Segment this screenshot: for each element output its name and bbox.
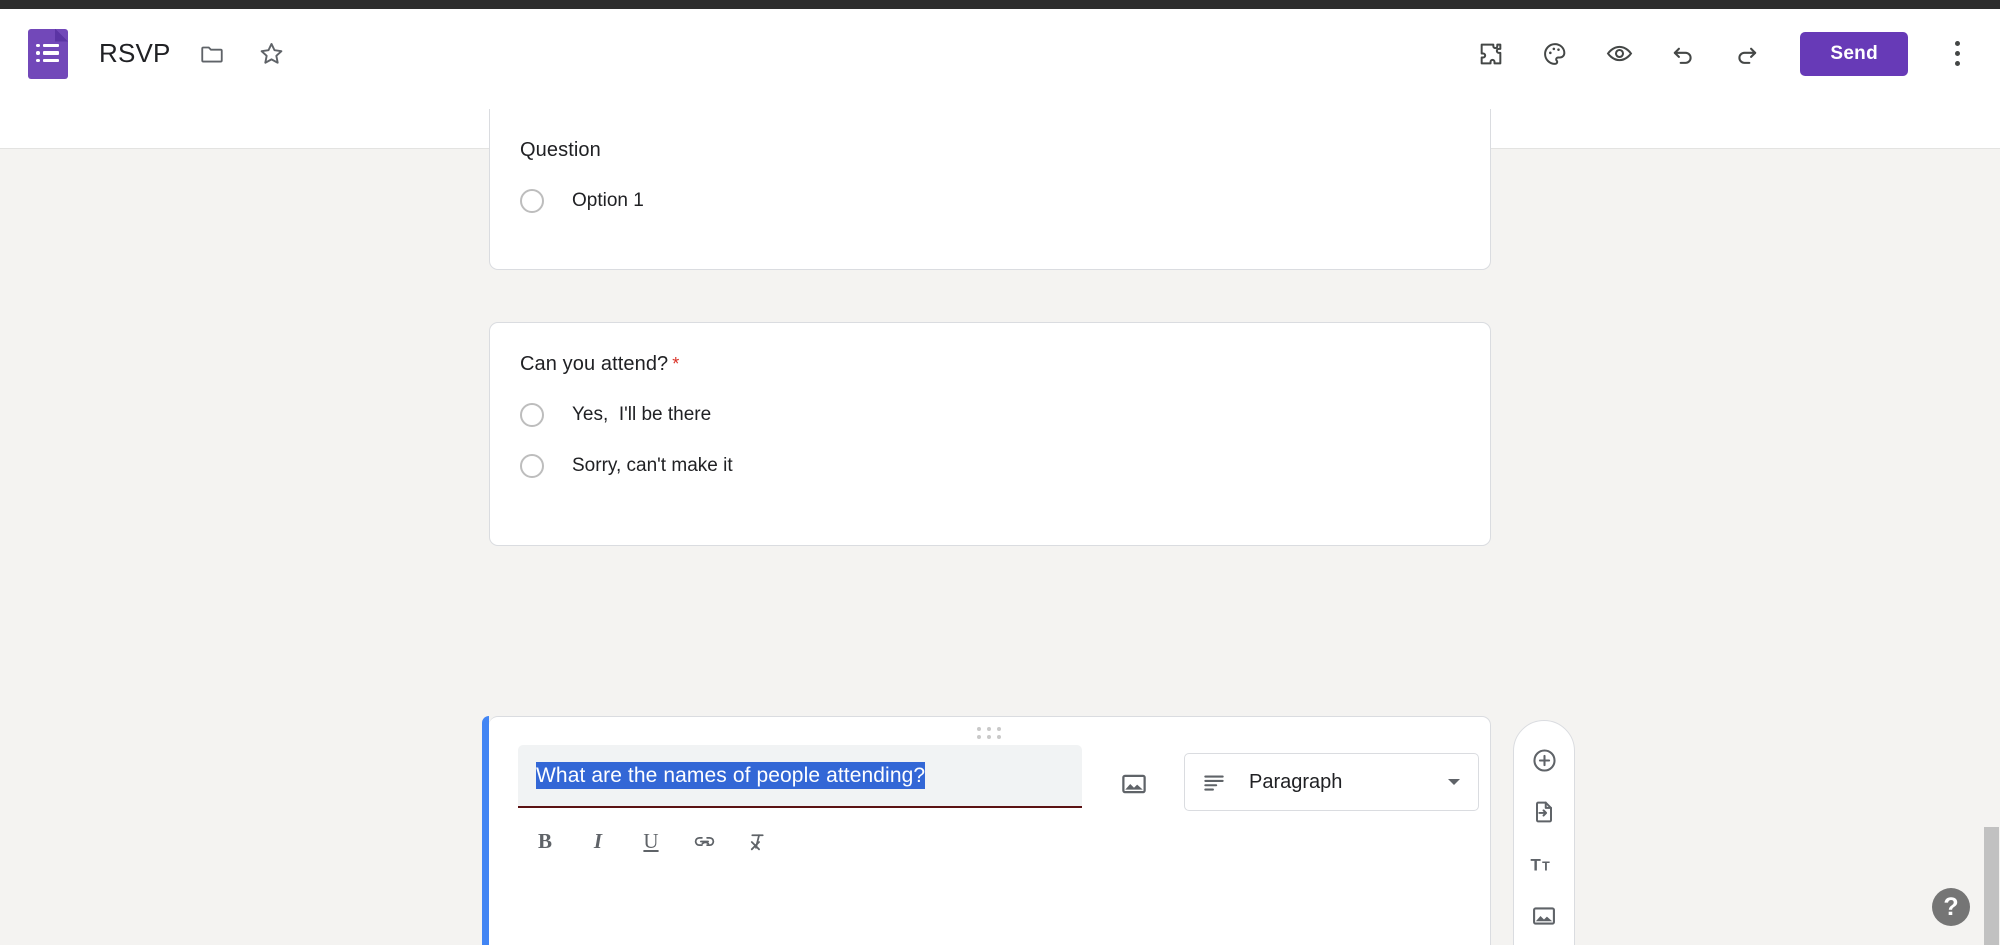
add-title-description-icon[interactable]: T T <box>1519 838 1569 890</box>
active-card-accent-bar <box>482 716 489 945</box>
insert-image-icon[interactable] <box>1110 760 1158 808</box>
radio-icon[interactable] <box>520 454 544 478</box>
eye-icon[interactable] <box>1600 35 1638 73</box>
vertical-scrollbar-thumb[interactable] <box>1984 827 1999 945</box>
form-canvas: Question Option 1 Can you attend? * Yes, … <box>0 109 2000 945</box>
app-header: RSVP Send <box>0 9 2000 98</box>
puzzle-piece-icon[interactable] <box>1472 35 1510 73</box>
vertical-scrollbar-track[interactable] <box>1982 297 2000 945</box>
radio-icon[interactable] <box>520 403 544 427</box>
option-label: Yes, I'll be there <box>572 404 712 425</box>
add-image-icon[interactable] <box>1519 890 1569 942</box>
import-questions-icon[interactable] <box>1519 786 1569 838</box>
required-asterisk: * <box>672 354 680 374</box>
form-title[interactable]: RSVP <box>99 38 171 69</box>
chevron-down-icon[interactable] <box>1446 774 1462 790</box>
text-format-toolbar: B I U <box>524 824 1082 858</box>
svg-text:T: T <box>1542 859 1550 873</box>
option-label: Option 1 <box>572 190 644 211</box>
option-row[interactable]: Option 1 <box>520 189 1460 213</box>
star-icon[interactable] <box>253 35 291 73</box>
google-forms-logo[interactable] <box>28 28 68 79</box>
question-card[interactable]: Question Option 1 <box>489 109 1491 270</box>
option-row[interactable]: Sorry, can't make it <box>520 454 1460 478</box>
question-card[interactable]: Can you attend? * Yes, I'll be there Sorr… <box>489 322 1491 546</box>
more-options-icon[interactable] <box>1940 34 1974 74</box>
send-button[interactable]: Send <box>1800 31 1908 76</box>
question-type-select[interactable]: Paragraph <box>1184 753 1479 811</box>
question-title-input[interactable]: What are the names of people attending? <box>518 745 1082 808</box>
paragraph-lines-icon <box>1201 769 1227 795</box>
palette-icon[interactable] <box>1536 35 1574 73</box>
redo-icon[interactable] <box>1728 35 1766 73</box>
link-icon[interactable] <box>683 824 725 858</box>
clear-formatting-icon[interactable] <box>736 824 778 858</box>
header-actions: Send <box>1446 31 2000 76</box>
question-title: Can you attend? * <box>520 353 1460 376</box>
bold-icon[interactable]: B <box>524 824 566 858</box>
add-item-toolbar: T T <box>1513 720 1575 945</box>
bold-glyph: B <box>537 828 552 853</box>
italic-glyph: I <box>593 828 603 853</box>
radio-icon[interactable] <box>520 189 544 213</box>
svg-text:T: T <box>1531 855 1542 874</box>
drag-handle-icon[interactable] <box>489 727 1490 739</box>
help-button[interactable]: ? <box>1932 888 1970 926</box>
add-question-icon[interactable] <box>1519 734 1569 786</box>
question-title: Question <box>520 139 601 161</box>
question-edit-row: What are the names of people attending? … <box>518 745 1479 858</box>
underline-icon[interactable]: U <box>630 824 672 858</box>
question-title-text: What are the names of people attending? <box>536 762 926 789</box>
folder-icon[interactable] <box>193 35 231 73</box>
italic-icon[interactable]: I <box>577 824 619 858</box>
option-label: Sorry, can't make it <box>572 455 733 476</box>
question-title-text: Can you attend? <box>520 353 669 375</box>
active-question-card[interactable]: What are the names of people attending? … <box>482 716 1491 945</box>
option-row[interactable]: Yes, I'll be there <box>520 403 1460 427</box>
underline-glyph: U <box>643 828 659 853</box>
question-type-label: Paragraph <box>1249 770 1343 793</box>
google-forms-editor: RSVP Send Question Option 1 Can you atte… <box>0 0 2000 945</box>
undo-icon[interactable] <box>1664 35 1702 73</box>
browser-top-strip <box>0 0 2000 9</box>
